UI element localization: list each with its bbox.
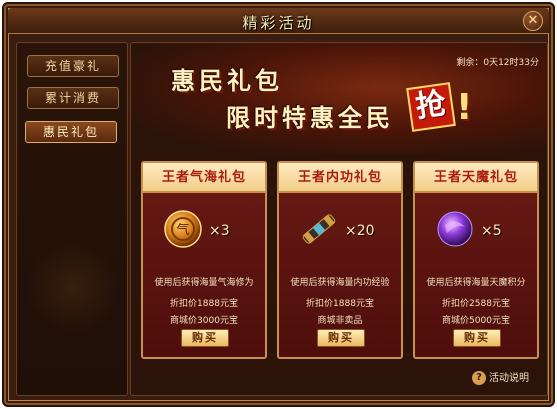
promo-banner: 惠民礼包 限时特惠全民 抢 ! 剩余：0天12时33分 <box>131 43 547 155</box>
banner-grab-badge: 抢 <box>406 82 456 132</box>
close-button[interactable]: ✕ <box>523 11 543 31</box>
card-description: 使用后获得海量气海修为 <box>154 278 254 288</box>
buy-button[interactable]: 购买 <box>317 329 365 347</box>
scroll-icon <box>302 214 336 244</box>
card-mall-price: 商城价3000元宝 <box>170 316 238 326</box>
sidebar-item-cumulative-spending[interactable]: 累计消费 <box>27 87 119 109</box>
card-mall-price: 商城价5000元宝 <box>442 316 510 326</box>
card-description: 使用后获得海量内功经验 <box>290 278 390 288</box>
buy-button[interactable]: 购买 <box>453 329 501 347</box>
buy-button[interactable]: 购买 <box>181 329 229 347</box>
card-quantity: ×5 <box>481 223 502 239</box>
banner-subtitle: 限时特惠全民 <box>226 104 394 132</box>
help-label: 活动说明 <box>489 373 529 384</box>
main-panel: 惠民礼包 限时特惠全民 抢 ! 剩余：0天12时33分 王者气海礼包 气 ×3 … <box>130 42 548 396</box>
event-help-link[interactable]: ? 活动说明 <box>472 369 529 385</box>
card-quantity: ×3 <box>209 223 230 239</box>
gift-card-heavenly-demon: 王者天魔礼包 ×5 使用后获得海量天魔积分 折扣价2588元宝 商城价5000元… <box>413 161 539 359</box>
purple-orb-icon <box>437 211 473 247</box>
card-title: 王者天魔礼包 <box>415 163 537 193</box>
event-window: 精彩活动 ✕ 充值豪礼 累计消费 惠民礼包 惠民礼包 限时特惠全民 抢 ! 剩余… <box>2 2 555 407</box>
card-quantity: ×20 <box>345 223 375 239</box>
sidebar: 充值豪礼 累计消费 惠民礼包 <box>16 42 128 396</box>
card-mall-price: 商城非卖品 <box>317 316 363 326</box>
countdown-timer: 剩余：0天12时33分 <box>456 58 539 68</box>
gift-card-qi-sea: 王者气海礼包 气 ×3 使用后获得海量气海修为 折扣价1888元宝 商城价300… <box>141 161 267 359</box>
qi-sea-orb-icon: 气 <box>164 210 202 248</box>
sidebar-item-benefit-pack[interactable]: 惠民礼包 <box>25 121 117 143</box>
card-discount-price: 折扣价2588元宝 <box>442 299 510 309</box>
card-description: 使用后获得海量天魔积分 <box>426 278 526 288</box>
card-title: 王者内功礼包 <box>279 163 401 193</box>
svg-text:气: 气 <box>176 222 189 238</box>
banner-title: 惠民礼包 <box>171 67 283 95</box>
card-title: 王者气海礼包 <box>143 163 265 193</box>
banner-exclamation: ! <box>456 87 473 128</box>
sidebar-decoration <box>25 243 121 333</box>
sidebar-item-recharge-gift[interactable]: 充值豪礼 <box>27 55 119 77</box>
title-bar: 精彩活动 ✕ <box>8 8 549 34</box>
card-discount-price: 折扣价1888元宝 <box>170 299 238 309</box>
question-icon: ? <box>472 371 486 385</box>
window-title: 精彩活动 <box>242 14 315 32</box>
gift-card-inner-power: 王者内功礼包 ×20 使用后获得海量内功经验 折扣价1888元宝 商城非卖品 购… <box>277 161 403 359</box>
card-discount-price: 折扣价1888元宝 <box>306 299 374 309</box>
